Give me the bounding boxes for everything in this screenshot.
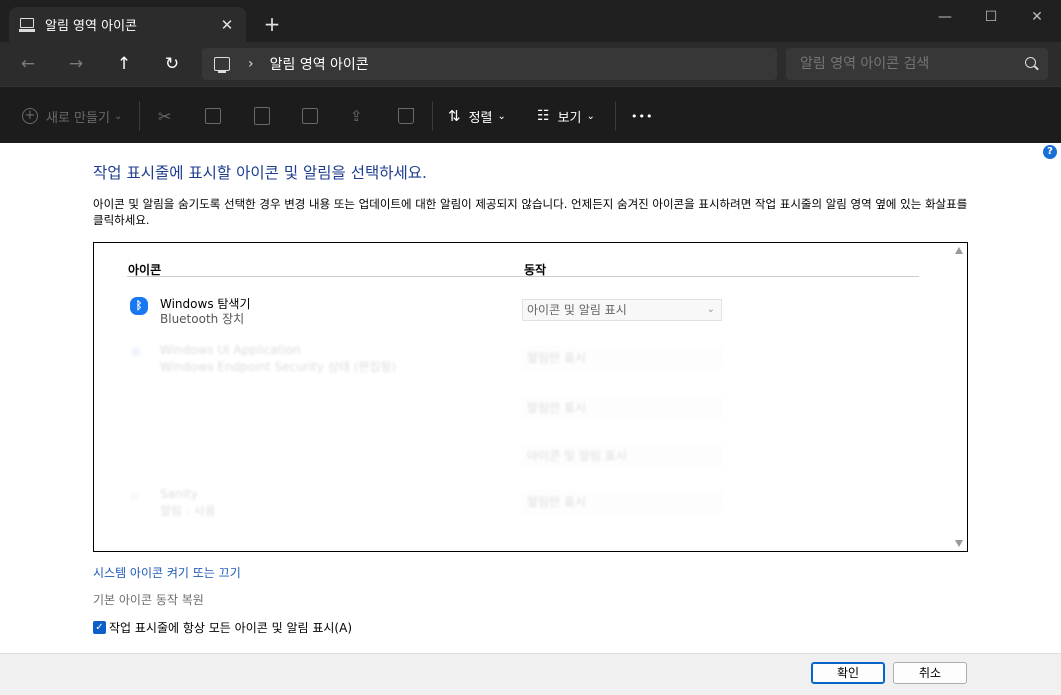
- clipboard-icon: [254, 107, 270, 125]
- trash-icon: [398, 108, 414, 124]
- behavior-value: 아이콘 및 알림 표시: [527, 449, 627, 463]
- new-button[interactable]: + 새로 만들기 ⌄: [22, 103, 122, 129]
- list-item: ᛒ Windows 탐색기 Bluetooth 장치 아이콘 및 알림 표시 ⌄: [130, 295, 730, 335]
- view-button-label: 보기: [557, 110, 582, 126]
- toolbar-divider: [432, 101, 433, 131]
- plus-circle-icon: +: [22, 108, 38, 124]
- tab-title: 알림 영역 아이콘: [45, 19, 137, 34]
- item-name: Sanity: [160, 487, 198, 501]
- tab-notification-area-icons[interactable]: 알림 영역 아이콘 ✕: [9, 7, 246, 42]
- copy-icon: [205, 108, 221, 124]
- minimize-button[interactable]: —: [922, 6, 968, 28]
- cut-button[interactable]: ✂: [158, 103, 171, 129]
- restore-default-link: 기본 아이콘 동작 복원: [93, 593, 204, 607]
- chevron-down-icon: ⌄: [113, 110, 123, 122]
- list-item: ⌗ Sanity 알림 : 사용 알림만 표시: [130, 487, 730, 527]
- checkbox-label[interactable]: 작업 표시줄에 항상 모든 아이콘 및 알림 표시(A): [109, 619, 352, 636]
- behavior-value: 알림만 표시: [527, 495, 587, 509]
- system-icons-link[interactable]: 시스템 아이콘 켜기 또는 끄기: [93, 564, 241, 581]
- sort-icon: ⇅: [448, 107, 461, 125]
- refresh-button[interactable]: ↻: [158, 50, 186, 78]
- view-list-icon: ☷: [537, 108, 550, 124]
- search-icon[interactable]: [1025, 57, 1036, 68]
- new-button-label: 새로 만들기: [46, 110, 110, 126]
- title-bar: 알림 영역 아이콘 ✕ + — ☐ ✕: [0, 0, 1061, 42]
- delete-button[interactable]: [398, 103, 414, 129]
- item-subtitle: 알림 : 사용: [160, 504, 216, 518]
- new-tab-button[interactable]: +: [262, 12, 282, 36]
- search-input[interactable]: [800, 56, 1015, 72]
- chevron-right-icon[interactable]: ›: [248, 56, 254, 72]
- dialog-footer: 확인 취소: [0, 653, 1061, 695]
- share-button[interactable]: ⇪: [350, 103, 363, 129]
- page-title: 작업 표시줄에 표시할 아이콘 및 알림을 선택하세요.: [93, 164, 427, 182]
- description-text: 아이콘 및 알림을 숨기도록 선택한 경우 변경 내용 또는 업데이트에 대한 …: [93, 197, 968, 227]
- toolbar-divider: [615, 101, 616, 131]
- scroll-up-arrow-icon[interactable]: [955, 247, 963, 254]
- chevron-down-icon: ⌄: [586, 110, 595, 122]
- command-bar: + 새로 만들기 ⌄ ✂ ⇪ ⇅ 정렬 ⌄ ☷ 보기 ⌄ •••: [0, 86, 1061, 143]
- app-icon: ✲: [130, 345, 142, 361]
- app-icon: ⌗: [130, 489, 138, 505]
- item-subtitle: Windows Endpoint Security 상태 (편집됨): [160, 360, 397, 374]
- behavior-dropdown[interactable]: 알림만 표시: [522, 491, 722, 513]
- behavior-value: 알림만 표시: [527, 351, 587, 365]
- always-show-all-checkbox-row[interactable]: ✓ 작업 표시줄에 항상 모든 아이콘 및 알림 표시(A): [93, 619, 352, 636]
- list-item: 알림만 표시: [130, 393, 730, 433]
- behavior-dropdown[interactable]: 아이콘 및 알림 표시 ⌄: [522, 299, 722, 321]
- sort-button-label: 정렬: [468, 110, 493, 126]
- behavior-value: 아이콘 및 알림 표시: [527, 303, 627, 317]
- copy-button[interactable]: [205, 103, 221, 129]
- chevron-down-icon: ⌄: [706, 304, 715, 315]
- search-box[interactable]: [786, 48, 1048, 80]
- view-button[interactable]: ☷ 보기 ⌄: [537, 103, 595, 129]
- address-row: ← → ↑ ↻ › 알림 영역 아이콘: [0, 42, 1061, 86]
- share-icon: ⇪: [350, 107, 363, 125]
- paste-button[interactable]: [254, 103, 270, 129]
- scroll-down-arrow-icon[interactable]: [955, 540, 963, 547]
- list-item: 아이콘 및 알림 표시: [130, 441, 730, 481]
- item-name: Windows UI Application: [160, 343, 301, 357]
- ok-button[interactable]: 확인: [811, 662, 885, 684]
- breadcrumb[interactable]: 알림 영역 아이콘: [270, 54, 369, 74]
- always-show-all-checkbox[interactable]: ✓: [93, 621, 106, 634]
- up-button[interactable]: ↑: [110, 50, 138, 78]
- header-divider: [127, 276, 919, 277]
- back-button[interactable]: ←: [14, 50, 42, 78]
- forward-button[interactable]: →: [62, 50, 90, 78]
- address-bar[interactable]: › 알림 영역 아이콘: [202, 48, 777, 80]
- help-icon[interactable]: ?: [1043, 145, 1057, 159]
- rename-button[interactable]: [302, 103, 318, 129]
- item-subtitle: Bluetooth 장치: [160, 312, 245, 326]
- scissors-icon: ✂: [158, 106, 172, 126]
- more-options-button[interactable]: •••: [631, 103, 653, 129]
- cancel-button[interactable]: 취소: [893, 662, 967, 684]
- close-window-button[interactable]: ✕: [1014, 6, 1060, 28]
- maximize-button[interactable]: ☐: [968, 6, 1014, 28]
- sort-button[interactable]: ⇅ 정렬 ⌄: [448, 103, 506, 129]
- chevron-down-icon: ⌄: [497, 110, 506, 122]
- toolbar-divider: [139, 101, 140, 131]
- behavior-value: 알림만 표시: [527, 401, 587, 415]
- icon-list[interactable]: 아이콘 동작 ᛒ Windows 탐색기 Bluetooth 장치 아이콘 및 …: [93, 242, 968, 552]
- bluetooth-icon: ᛒ: [130, 297, 148, 315]
- tab-close-icon[interactable]: ✕: [218, 16, 236, 34]
- behavior-dropdown[interactable]: 아이콘 및 알림 표시: [522, 445, 722, 467]
- behavior-dropdown[interactable]: 알림만 표시: [522, 397, 722, 419]
- content-pane: ? 작업 표시줄에 표시할 아이콘 및 알림을 선택하세요. 아이콘 및 알림을…: [0, 143, 1061, 653]
- behavior-dropdown[interactable]: 알림만 표시: [522, 347, 722, 369]
- computer-icon: [214, 57, 230, 73]
- control-panel-icon: [19, 17, 35, 32]
- list-item: ✲ Windows UI Application Windows Endpoin…: [130, 343, 730, 383]
- rename-icon: [302, 108, 318, 124]
